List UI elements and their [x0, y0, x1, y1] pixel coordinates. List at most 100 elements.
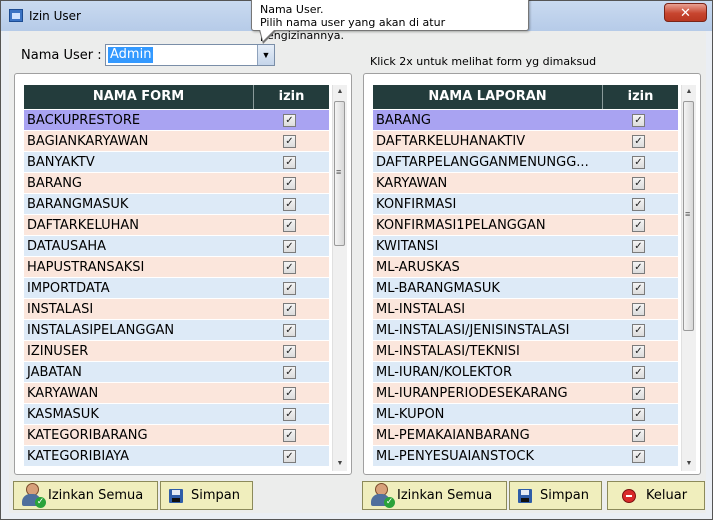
izin-checkbox[interactable]: ✓ — [632, 366, 645, 379]
table-row[interactable]: INSTALASIPELANGGAN ✓ — [24, 320, 329, 341]
table-row[interactable]: KWITANSI ✓ — [373, 236, 678, 257]
table-row[interactable]: KARYAWAN ✓ — [24, 383, 329, 404]
izin-checkbox[interactable]: ✓ — [283, 324, 296, 337]
izin-checkbox[interactable]: ✓ — [283, 135, 296, 148]
izin-checkbox[interactable]: ✓ — [283, 303, 296, 316]
izin-checkbox[interactable]: ✓ — [632, 135, 645, 148]
table-row[interactable]: KONFIRMASI ✓ — [373, 194, 678, 215]
scroll-up-icon[interactable]: ▲ — [682, 85, 696, 99]
izin-checkbox[interactable]: ✓ — [283, 198, 296, 211]
table-row[interactable]: BACKUPRESTORE ✓ — [24, 110, 329, 131]
izin-checkbox[interactable]: ✓ — [632, 219, 645, 232]
table-row[interactable]: KASMASUK ✓ — [24, 404, 329, 425]
izin-checkbox[interactable]: ✓ — [283, 450, 296, 463]
table-row[interactable]: HAPUSTRANSAKSI ✓ — [24, 257, 329, 278]
izin-user-window: Izin User ✕ Nama User : Admin ▼ Nama Use… — [0, 0, 713, 520]
table-row[interactable]: DAFTARKELUHANAKTIV ✓ — [373, 131, 678, 152]
scroll-down-icon[interactable]: ▼ — [333, 457, 347, 471]
izin-checkbox[interactable]: ✓ — [283, 240, 296, 253]
scroll-thumb[interactable] — [683, 101, 694, 331]
keluar-button[interactable]: Keluar — [607, 481, 705, 510]
izin-checkbox[interactable]: ✓ — [283, 261, 296, 274]
table-row[interactable]: ML-ARUSKAS ✓ — [373, 257, 678, 278]
nama-user-combobox[interactable]: Admin ▼ — [105, 44, 275, 66]
izin-checkbox[interactable]: ✓ — [283, 114, 296, 127]
table-row[interactable]: INSTALASI ✓ — [24, 299, 329, 320]
izin-checkbox[interactable]: ✓ — [283, 177, 296, 190]
izin-checkbox[interactable]: ✓ — [283, 219, 296, 232]
izin-checkbox[interactable]: ✓ — [283, 429, 296, 442]
table-row[interactable]: BANYAKTV ✓ — [24, 152, 329, 173]
izin-checkbox[interactable]: ✓ — [632, 261, 645, 274]
izin-checkbox[interactable]: ✓ — [632, 324, 645, 337]
izin-checkbox[interactable]: ✓ — [632, 240, 645, 253]
row-name: BARANG — [27, 176, 83, 191]
izin-checkbox[interactable]: ✓ — [283, 408, 296, 421]
scroll-down-icon[interactable]: ▼ — [682, 457, 696, 471]
table-row[interactable]: DAFTARPELANGGANMENUNGG... ✓ — [373, 152, 678, 173]
table-row[interactable]: ML-INSTALASI ✓ — [373, 299, 678, 320]
izin-checkbox[interactable]: ✓ — [632, 450, 645, 463]
column-header-nama-form[interactable]: NAMA FORM — [24, 85, 254, 109]
chevron-down-icon[interactable]: ▼ — [257, 45, 274, 65]
form-grid-rows: BACKUPRESTORE ✓ BAGIANKARYAWAN ✓ BANYAKTV ✓ BA… — [24, 110, 329, 467]
izin-checkbox[interactable]: ✓ — [632, 177, 645, 190]
simpan-laporan-button[interactable]: Simpan — [509, 481, 602, 510]
izinkan-semua-laporan-button[interactable]: ✓ Izinkan Semua — [362, 481, 507, 510]
table-row[interactable]: ML-IURANPERIODESEKARANG ✓ — [373, 383, 678, 404]
izin-checkbox[interactable]: ✓ — [283, 387, 296, 400]
row-name: IZINUSER — [27, 344, 89, 359]
table-row[interactable]: BARANGMASUK ✓ — [24, 194, 329, 215]
scroll-up-icon[interactable]: ▲ — [333, 85, 347, 99]
table-row[interactable]: BARANG ✓ — [373, 110, 678, 131]
izin-checkbox[interactable]: ✓ — [632, 282, 645, 295]
row-name: HAPUSTRANSAKSI — [27, 260, 145, 275]
row-name: ML-INSTALASI/TEKNISI — [376, 344, 520, 359]
row-name: ML-IURANPERIODESEKARANG — [376, 386, 568, 401]
izin-checkbox[interactable]: ✓ — [283, 282, 296, 295]
table-row[interactable]: KATEGORIBIAYA ✓ — [24, 446, 329, 467]
izin-checkbox[interactable]: ✓ — [632, 198, 645, 211]
table-row[interactable]: JABATAN ✓ — [24, 362, 329, 383]
table-row[interactable]: BARANG ✓ — [24, 173, 329, 194]
form-grid-scrollbar[interactable]: ▲ ▼ — [332, 85, 347, 471]
table-row[interactable]: ML-KUPON ✓ — [373, 404, 678, 425]
table-row[interactable]: DAFTARKELUHAN ✓ — [24, 215, 329, 236]
table-row[interactable]: IZINUSER ✓ — [24, 341, 329, 362]
report-grid: NAMA LAPORAN izin BARANG ✓ DAFTARKELUHANAK… — [373, 85, 678, 471]
table-row[interactable]: KARYAWAN ✓ — [373, 173, 678, 194]
button-label: Izinkan Semua — [397, 488, 493, 503]
table-row[interactable]: ML-INSTALASI/JENISINSTALASI ✓ — [373, 320, 678, 341]
table-row[interactable]: ML-BARANGMASUK ✓ — [373, 278, 678, 299]
izin-checkbox[interactable]: ✓ — [632, 429, 645, 442]
table-row[interactable]: BAGIANKARYAWAN ✓ — [24, 131, 329, 152]
simpan-form-button[interactable]: Simpan — [160, 481, 253, 510]
column-header-izin[interactable]: izin — [254, 85, 329, 109]
izin-checkbox[interactable]: ✓ — [283, 156, 296, 169]
tooltip-pointer — [259, 29, 277, 44]
izin-checkbox[interactable]: ✓ — [632, 114, 645, 127]
table-row[interactable]: DATAUSAHA ✓ — [24, 236, 329, 257]
izin-checkbox[interactable]: ✓ — [632, 408, 645, 421]
table-row[interactable]: ML-PENYESUAIANSTOCK ✓ — [373, 446, 678, 467]
izinkan-semua-form-button[interactable]: ✓ Izinkan Semua — [13, 481, 158, 510]
column-header-izin[interactable]: izin — [603, 85, 678, 109]
table-row[interactable]: ML-INSTALASI/TEKNISI ✓ — [373, 341, 678, 362]
table-row[interactable]: ML-PEMAKAIANBARANG ✓ — [373, 425, 678, 446]
close-button[interactable]: ✕ — [664, 3, 707, 22]
row-name: INSTALASI — [27, 302, 94, 317]
column-header-nama-laporan[interactable]: NAMA LAPORAN — [373, 85, 603, 109]
table-row[interactable]: IMPORTDATA ✓ — [24, 278, 329, 299]
izin-checkbox[interactable]: ✓ — [632, 303, 645, 316]
report-grid-scrollbar[interactable]: ▲ ▼ — [681, 85, 696, 471]
izin-checkbox[interactable]: ✓ — [632, 156, 645, 169]
row-name: BACKUPRESTORE — [27, 113, 141, 128]
table-row[interactable]: KONFIRMASI1PELANGGAN ✓ — [373, 215, 678, 236]
table-row[interactable]: KATEGORIBARANG ✓ — [24, 425, 329, 446]
izin-checkbox[interactable]: ✓ — [283, 366, 296, 379]
izin-checkbox[interactable]: ✓ — [283, 345, 296, 358]
table-row[interactable]: ML-IURAN/KOLEKTOR ✓ — [373, 362, 678, 383]
izin-checkbox[interactable]: ✓ — [632, 345, 645, 358]
izin-checkbox[interactable]: ✓ — [632, 387, 645, 400]
scroll-thumb[interactable] — [334, 101, 345, 246]
